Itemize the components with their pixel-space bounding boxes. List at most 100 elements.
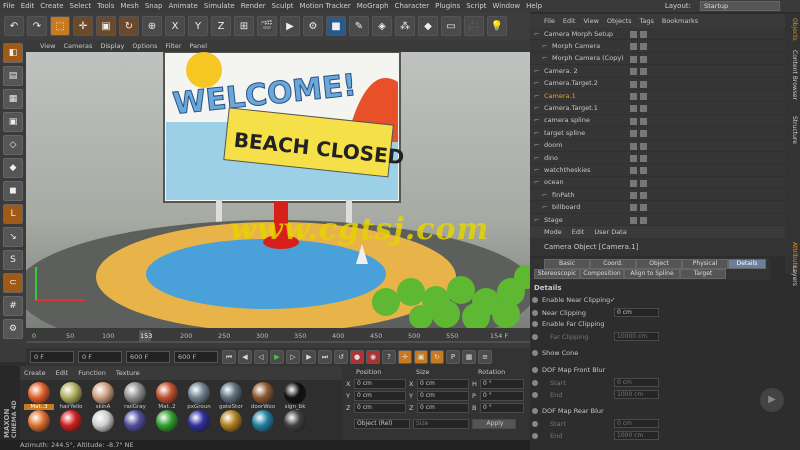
menu-select[interactable]: Select <box>70 2 92 10</box>
points-mode-icon[interactable]: ◇ <box>3 135 23 155</box>
menu-character[interactable]: Character <box>395 2 430 10</box>
select-tool-icon[interactable]: ⬚ <box>50 16 70 36</box>
render-toggle-icon[interactable] <box>640 179 647 187</box>
start-frame-field[interactable]: 0 F <box>30 351 74 363</box>
object-row[interactable]: ⌐ Camera.1 <box>530 90 785 103</box>
menu-sculpt[interactable]: Sculpt <box>272 2 294 10</box>
side-tab-layers[interactable]: Layers <box>787 266 798 286</box>
tab-basic[interactable]: Basic <box>544 259 590 269</box>
render-toggle-icon[interactable] <box>640 192 647 200</box>
visibility-toggle-icon[interactable] <box>630 142 637 150</box>
axis-mode-icon[interactable]: L <box>3 204 23 224</box>
loop-icon[interactable]: ↺ <box>334 350 348 364</box>
prev-key-icon[interactable]: ◀ <box>238 350 252 364</box>
visibility-toggle-icon[interactable] <box>630 92 637 100</box>
object-row[interactable]: ⌐ billboard <box>530 201 785 214</box>
material-swatch[interactable] <box>152 410 182 438</box>
max-frame-field[interactable]: 600 F <box>126 351 170 363</box>
material-swatch[interactable]: Mat..3 <box>24 382 54 410</box>
render-toggle-icon[interactable] <box>640 154 647 162</box>
deformer-icon[interactable]: ◆ <box>418 16 438 36</box>
keyframe-selection-icon[interactable]: ? <box>382 350 396 364</box>
rot-h-field[interactable]: 0 ° <box>480 379 524 389</box>
key-pla-icon[interactable]: ▦ <box>462 350 476 364</box>
viewport-menu-panel[interactable]: Panel <box>190 42 208 50</box>
render-settings-icon[interactable]: ⚙ <box>303 16 323 36</box>
visibility-toggle-icon[interactable] <box>630 68 637 76</box>
animate-dot-icon[interactable] <box>532 379 538 386</box>
attribute-value-field[interactable]: 10000 cm <box>614 332 659 341</box>
obj-menu-tags[interactable]: Tags <box>639 17 653 25</box>
visibility-toggle-icon[interactable] <box>630 167 637 175</box>
render-toggle-icon[interactable] <box>640 92 647 100</box>
render-toggle-icon[interactable] <box>640 117 647 125</box>
coordinate-system-icon[interactable]: ⊞ <box>234 16 254 36</box>
recent-tool-icon[interactable]: ⊕ <box>142 16 162 36</box>
autokey-icon[interactable]: ◉ <box>366 350 380 364</box>
texture-mode-icon[interactable]: ▦ <box>3 89 23 109</box>
pos-y-field[interactable]: 0 cm <box>354 391 406 401</box>
menu-snap[interactable]: Snap <box>145 2 163 10</box>
attr-menu-mode[interactable]: Mode <box>544 228 562 236</box>
animate-dot-icon[interactable] <box>532 309 538 316</box>
go-to-start-icon[interactable]: ⏮ <box>222 350 236 364</box>
timeline-ruler[interactable]: 0 50 100 153 200 250 300 350 400 450 500… <box>26 328 530 348</box>
material-swatch[interactable] <box>216 410 246 438</box>
visibility-toggle-icon[interactable] <box>630 55 637 63</box>
material-swatch[interactable]: gateStor <box>216 382 246 410</box>
next-frame-icon[interactable]: ▷ <box>286 350 300 364</box>
tab-stereoscopic[interactable]: Stereoscopic <box>534 269 580 279</box>
attribute-value-field[interactable]: 0 cm <box>614 378 659 387</box>
y-axis-icon[interactable]: Y <box>188 16 208 36</box>
render-toggle-icon[interactable] <box>640 31 647 38</box>
render-toggle-icon[interactable] <box>640 142 647 150</box>
menu-simulate[interactable]: Simulate <box>204 2 235 10</box>
menu-plugins[interactable]: Plugins <box>435 2 460 10</box>
menu-help[interactable]: Help <box>526 2 542 10</box>
material-swatch[interactable] <box>24 410 54 438</box>
material-swatch[interactable]: sign_bk <box>280 382 310 410</box>
go-to-end-icon[interactable]: ⏭ <box>318 350 332 364</box>
mat-menu-create[interactable]: Create <box>24 369 46 377</box>
object-row[interactable]: ⌐ Camera Morph Setup <box>530 28 785 41</box>
object-row[interactable]: ⌐ finPath <box>530 189 785 202</box>
apply-button[interactable]: Apply <box>472 419 516 429</box>
obj-menu-view[interactable]: View <box>583 17 598 25</box>
workplane-icon[interactable]: ▣ <box>3 112 23 132</box>
magnet-icon[interactable]: ⊂ <box>3 273 23 293</box>
animate-dot-icon[interactable] <box>532 297 538 303</box>
object-row[interactable]: ⌐ watchtheskies <box>530 164 785 177</box>
tab-target[interactable]: Target <box>680 269 726 279</box>
side-tab-structure[interactable]: Structure <box>787 116 798 144</box>
attribute-value-field[interactable]: 1000 cm <box>614 390 659 399</box>
obj-menu-file[interactable]: File <box>544 17 555 25</box>
make-editable-icon[interactable]: ◧ <box>3 43 23 63</box>
animate-dot-icon[interactable] <box>532 408 538 414</box>
attr-menu-edit[interactable]: Edit <box>572 228 585 236</box>
z-axis-icon[interactable]: Z <box>211 16 231 36</box>
tab-physical[interactable]: Physical <box>682 259 728 269</box>
animate-dot-icon[interactable] <box>532 432 538 439</box>
coord-mode-select[interactable]: Object (Rel) <box>354 419 410 429</box>
object-row[interactable]: ⌐ Morph Camera (Copy) <box>530 53 785 66</box>
object-row[interactable]: ⌐ camera spline <box>530 115 785 128</box>
render-toggle-icon[interactable] <box>640 55 647 63</box>
scale-tool-icon[interactable]: ▣ <box>96 16 116 36</box>
obj-menu-edit[interactable]: Edit <box>563 17 576 25</box>
menu-motion-tracker[interactable]: Motion Tracker <box>300 2 351 10</box>
material-swatch[interactable]: railGray <box>120 382 150 410</box>
move-tool-icon[interactable]: ✛ <box>73 16 93 36</box>
viewport-menu-filter[interactable]: Filter <box>165 42 181 50</box>
object-row[interactable]: ⌐ dino <box>530 152 785 165</box>
visibility-toggle-icon[interactable] <box>630 105 637 113</box>
visibility-toggle-icon[interactable] <box>630 80 637 88</box>
render-toggle-icon[interactable] <box>640 130 647 138</box>
attribute-value-field[interactable]: 0 cm <box>614 419 659 428</box>
render-toggle-icon[interactable] <box>640 80 647 88</box>
viewport-menu-display[interactable]: Display <box>100 42 124 50</box>
tab-coord[interactable]: Coord. <box>590 259 636 269</box>
mat-menu-texture[interactable]: Texture <box>116 369 140 377</box>
viewport-menu-options[interactable]: Options <box>132 42 157 50</box>
pen-spline-icon[interactable]: ✎ <box>349 16 369 36</box>
object-row[interactable]: ⌐ Camera.Target.2 <box>530 78 785 90</box>
